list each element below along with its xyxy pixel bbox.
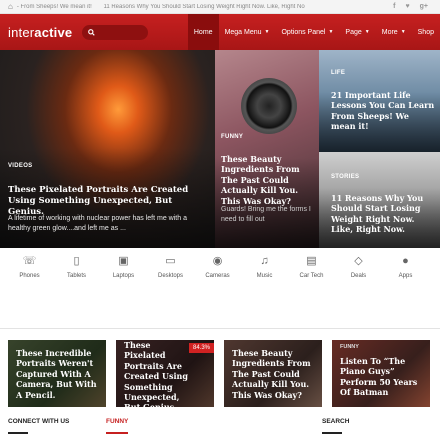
section-divider <box>0 328 440 329</box>
search-icon <box>88 28 96 36</box>
nav-label: Shop <box>417 28 434 36</box>
category-tablets[interactable]: ▯ Tablets <box>53 254 100 296</box>
nav-options-panel[interactable]: Options Panel ▼ <box>275 14 339 50</box>
post-card[interactable]: These Incredible Portraits Weren't Captu… <box>8 340 106 407</box>
category-label[interactable]: STORIES <box>331 174 359 180</box>
category-deals[interactable]: ◇ Deals <box>335 254 382 296</box>
google-plus-icon[interactable]: g+ <box>420 3 428 10</box>
featured-title[interactable]: These Beauty Ingredients From The Past C… <box>221 154 315 206</box>
nav-home[interactable]: Home <box>187 14 219 50</box>
featured-main[interactable]: VIDEOS These Pixelated Portraits Are Cre… <box>0 50 215 248</box>
camera-icon: ◉ <box>212 255 223 267</box>
underline-search <box>322 432 342 434</box>
nav-label: Home <box>193 28 213 36</box>
nav-page[interactable]: Page ▼ <box>339 14 375 50</box>
laptop-icon: ▣ <box>118 255 129 267</box>
category-name: Cameras <box>205 273 230 279</box>
score-badge: 84.3% <box>188 343 214 353</box>
widget-headers: CONNECT WITH US FUNNY SEARCH <box>8 418 432 428</box>
header-search[interactable] <box>82 24 149 40</box>
nav-mega-menu[interactable]: Mega Menu ▼ <box>219 14 276 50</box>
category-apps[interactable]: ● Apps <box>382 254 429 296</box>
category-label[interactable]: VIDEOS <box>8 163 32 169</box>
social-links: f ♥ g+ <box>393 3 432 10</box>
category-label[interactable]: FUNNY <box>221 134 243 140</box>
category-name: Apps <box>398 273 413 279</box>
category-name: Phones <box>19 273 40 279</box>
featured-right-column: LIFE 21 Important Life Lessons You Can L… <box>319 50 440 248</box>
caret-down-icon: ▼ <box>264 29 270 35</box>
category-name: Music <box>256 273 273 279</box>
underline-connect <box>8 432 28 434</box>
category-desktops[interactable]: ▭ Desktops <box>147 254 194 296</box>
tablet-icon: ▯ <box>73 255 80 267</box>
category-name: Deals <box>350 273 367 279</box>
logo-text-light: inter <box>8 24 35 40</box>
nav-label: Mega Menu <box>224 28 262 36</box>
card-title[interactable]: These Incredible Portraits Weren't Captu… <box>16 348 100 400</box>
desktop-icon: ▭ <box>165 255 176 267</box>
post-card[interactable]: These Beauty Ingredients From The Past C… <box>224 340 322 407</box>
featured-excerpt: Guards! Bring me the forms I need to fil… <box>221 206 311 224</box>
nav-more[interactable]: More ▼ <box>376 14 412 50</box>
phone-icon: ☏ <box>22 255 37 267</box>
featured-grid: VIDEOS These Pixelated Portraits Are Cre… <box>0 50 440 248</box>
category-name: Tablets <box>66 273 86 279</box>
category-bar: ☏ Phones ▯ Tablets ▣ Laptops ▭ Desktops ◉ Cam… <box>0 248 440 296</box>
search-input[interactable] <box>95 29 146 35</box>
widget-title-connect: CONNECT WITH US <box>8 418 70 425</box>
caret-down-icon: ▼ <box>328 29 334 35</box>
nav-label: Options Panel <box>281 28 326 36</box>
category-laptops[interactable]: ▣ Laptops <box>100 254 147 296</box>
widget-title-funny[interactable]: FUNNY <box>106 418 322 428</box>
top-bar: ⌂ - From Sheeps! We mean it! 11 Reasons … <box>0 0 440 14</box>
category-phones[interactable]: ☏ Phones <box>6 254 53 296</box>
card-title[interactable]: These Pixelated Portraits Are Created Us… <box>124 340 192 407</box>
category-name: Laptops <box>112 273 135 279</box>
category-label[interactable]: LIFE <box>331 70 345 76</box>
featured-title[interactable]: 21 Important Life Lessons You Can Learn … <box>331 90 436 132</box>
news-ticker[interactable]: - From Sheeps! We mean it! 11 Reasons Wh… <box>17 4 393 10</box>
site-header: interactive Home Mega Menu ▼ Options Pane… <box>0 14 440 50</box>
ticker-item[interactable]: - From Sheeps! We mean it! <box>17 4 92 10</box>
caret-down-icon: ▼ <box>400 29 406 35</box>
featured-right-bottom[interactable]: STORIES 11 Reasons Why You Should Start … <box>319 152 440 248</box>
category-label[interactable]: FUNNY <box>340 344 359 350</box>
logo-text-bold: active <box>34 24 73 40</box>
diamond-icon: ◇ <box>354 255 363 267</box>
featured-right-top[interactable]: LIFE 21 Important Life Lessons You Can L… <box>319 50 440 152</box>
category-cameras[interactable]: ◉ Cameras <box>194 254 241 296</box>
car-icon: ▤ <box>306 255 317 267</box>
nav-shop[interactable]: Shop <box>412 14 440 50</box>
category-name: Car Tech <box>299 273 324 279</box>
site-logo[interactable]: interactive <box>8 25 72 40</box>
category-name: Desktops <box>157 273 183 279</box>
music-icon: ♫ <box>260 255 269 267</box>
main-nav: Home Mega Menu ▼ Options Panel ▼ Page ▼ Mor… <box>187 14 440 50</box>
featured-title[interactable]: 11 Reasons Why You Should Start Losing W… <box>331 193 436 235</box>
card-title[interactable]: Listen To “The Piano Guys” Perform 50 Ye… <box>340 356 424 398</box>
nav-label: Page <box>345 28 362 36</box>
featured-middle[interactable]: FUNNY These Beauty Ingredients From The … <box>215 50 319 248</box>
category-music[interactable]: ♫ Music <box>241 254 288 296</box>
apple-icon: ● <box>402 255 409 267</box>
facebook-icon[interactable]: f <box>393 3 395 10</box>
post-card[interactable]: These Pixelated Portraits Are Created Us… <box>116 340 214 407</box>
card-title[interactable]: These Beauty Ingredients From The Past C… <box>232 348 316 400</box>
heart-icon[interactable]: ♥ <box>405 3 409 10</box>
ticker-item[interactable]: 11 Reasons Why You Should Start Losing W… <box>103 4 304 10</box>
caret-down-icon: ▼ <box>364 29 370 35</box>
post-cards: These Incredible Portraits Weren't Captu… <box>8 340 430 407</box>
widget-title-search: SEARCH <box>322 418 350 425</box>
post-card[interactable]: FUNNY Listen To “The Piano Guys” Perform… <box>332 340 430 407</box>
featured-excerpt: A lifetime of working with nuclear power… <box>8 215 187 233</box>
underline-funny <box>106 432 128 434</box>
home-icon[interactable]: ⌂ <box>8 2 13 11</box>
nav-label: More <box>381 28 398 36</box>
camera-image <box>241 78 297 134</box>
category-car-tech[interactable]: ▤ Car Tech <box>288 254 335 296</box>
